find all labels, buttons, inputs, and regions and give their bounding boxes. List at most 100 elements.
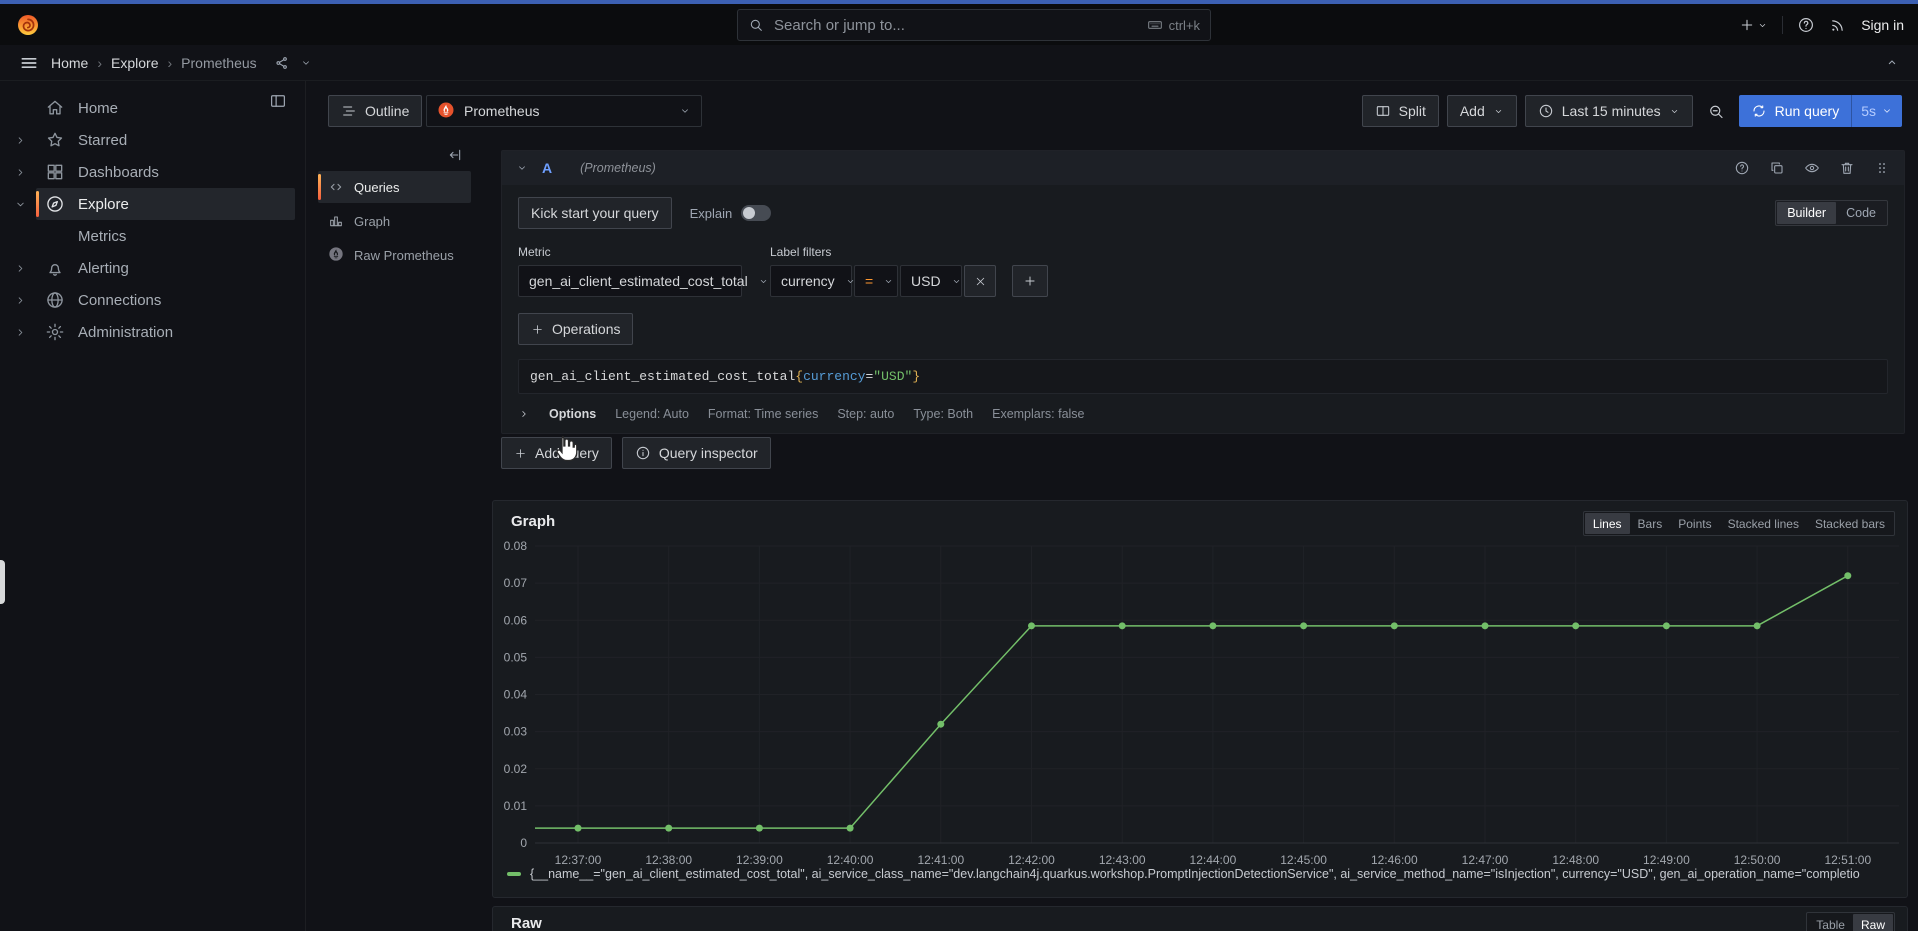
new-button[interactable] — [1739, 17, 1768, 33]
graph-panel: Graph Lines Bars Points Stacked lines St… — [492, 500, 1908, 898]
outline-item-graph[interactable]: Graph — [318, 205, 471, 237]
global-search[interactable]: ctrl+k — [737, 9, 1211, 41]
outline-button[interactable]: Outline — [328, 95, 422, 127]
time-range-picker[interactable]: Last 15 minutes — [1525, 95, 1693, 127]
help-icon[interactable] — [1734, 160, 1750, 176]
arrow-to-left-icon[interactable] — [318, 147, 471, 169]
svg-text:12:50:00: 12:50:00 — [1734, 853, 1781, 867]
query-ref-id[interactable]: A — [542, 160, 552, 176]
add-button[interactable]: Add — [1447, 95, 1517, 127]
add-filter-button[interactable] — [1012, 265, 1048, 297]
drawer-handle[interactable] — [0, 560, 5, 604]
query-row-header[interactable]: A (Prometheus) — [502, 151, 1904, 185]
keyboard-icon — [1147, 17, 1163, 33]
search-input[interactable] — [772, 16, 1139, 35]
sidebar-item-dashboards[interactable]: Dashboards — [0, 156, 305, 188]
news-rss-icon[interactable] — [1829, 16, 1847, 34]
query-inspector-button[interactable]: Query inspector — [622, 437, 771, 469]
tab-code[interactable]: Code — [1836, 202, 1886, 224]
options-exemplars: Exemplars: false — [992, 407, 1084, 421]
add-query-button[interactable]: Add query — [501, 437, 612, 469]
divider — [1782, 16, 1783, 34]
sidebar-item-alerting[interactable]: Alerting — [0, 252, 305, 284]
info-icon — [635, 445, 651, 461]
datasource-name: Prometheus — [464, 103, 539, 119]
metric-select[interactable]: gen_ai_client_estimated_cost_total — [518, 265, 742, 297]
options-summary-row[interactable]: Options Legend: Auto Format: Time series… — [518, 407, 1888, 421]
mode-lines[interactable]: Lines — [1585, 513, 1630, 534]
filter-op-select[interactable]: = — [854, 265, 898, 297]
query-datasource-hint: (Prometheus) — [580, 161, 656, 175]
share-icon[interactable] — [274, 55, 290, 71]
mode-stacked-lines[interactable]: Stacked lines — [1720, 513, 1807, 534]
svg-text:0.07: 0.07 — [504, 576, 528, 590]
mode-stacked-bars[interactable]: Stacked bars — [1807, 513, 1893, 534]
expr-open-brace: { — [795, 369, 803, 384]
run-query-button[interactable]: Run query 5s — [1739, 95, 1902, 127]
mode-points[interactable]: Points — [1670, 513, 1719, 534]
svg-text:12:38:00: 12:38:00 — [645, 853, 692, 867]
outline-item-raw-prometheus[interactable]: Raw Prometheus — [318, 239, 471, 271]
tab-table[interactable]: Table — [1808, 914, 1853, 931]
clock-icon — [1538, 103, 1554, 119]
datasource-picker[interactable]: Prometheus — [426, 95, 702, 127]
menu-icon[interactable] — [16, 47, 42, 79]
plus-icon — [531, 323, 544, 336]
chevron-right-icon[interactable] — [14, 262, 36, 275]
time-series-chart[interactable]: 12:37:0012:38:0012:39:0012:40:0012:41:00… — [497, 537, 1905, 871]
close-icon — [974, 275, 987, 288]
chevron-right-icon[interactable] — [14, 326, 36, 339]
svg-text:12:44:00: 12:44:00 — [1190, 853, 1237, 867]
query-row-actions — [1734, 160, 1890, 176]
graph-title: Graph — [511, 513, 555, 530]
filter-value-select[interactable]: USD — [900, 265, 962, 297]
chevron-down-icon[interactable] — [300, 57, 312, 69]
drag-handle-icon[interactable] — [1874, 160, 1890, 176]
breadcrumb-item-explore[interactable]: Explore — [111, 55, 158, 71]
svg-text:12:41:00: 12:41:00 — [917, 853, 964, 867]
legend-item[interactable]: {__name__="gen_ai_client_estimated_cost_… — [507, 867, 1897, 881]
chevron-down-icon[interactable] — [14, 198, 36, 211]
interval-picker[interactable]: 5s — [1851, 95, 1902, 127]
outline-item-queries[interactable]: Queries — [318, 171, 471, 203]
chevron-right-icon[interactable] — [14, 294, 36, 307]
sidebar-item-connections[interactable]: Connections — [0, 284, 305, 316]
remove-filter-button[interactable] — [964, 265, 996, 297]
explain-toggle[interactable] — [741, 205, 771, 221]
promql-expression[interactable]: gen_ai_client_estimated_cost_total{curre… — [518, 359, 1888, 394]
svg-text:12:40:00: 12:40:00 — [827, 853, 874, 867]
tab-raw[interactable]: Raw — [1853, 914, 1893, 931]
filter-label-select[interactable]: currency — [770, 265, 852, 297]
kick-start-button[interactable]: Kick start your query — [518, 197, 672, 229]
chevron-right-icon[interactable] — [14, 134, 36, 147]
tab-builder[interactable]: Builder — [1777, 202, 1836, 224]
chevron-right-icon — [518, 408, 530, 420]
content-outline: Queries Graph Raw Prometheus — [318, 147, 471, 271]
split-button[interactable]: Split — [1362, 95, 1439, 127]
trash-icon[interactable] — [1839, 160, 1855, 176]
mode-bars[interactable]: Bars — [1630, 513, 1671, 534]
sidebar-item-metrics[interactable]: Metrics — [0, 220, 305, 252]
sidebar-item-explore[interactable]: Explore — [0, 188, 305, 220]
caret-down-icon — [1669, 106, 1680, 117]
metric-label: Metric — [518, 245, 742, 259]
sidebar-item-starred[interactable]: Starred — [0, 124, 305, 156]
sidebar-item-administration[interactable]: Administration — [0, 316, 305, 348]
eye-icon[interactable] — [1804, 160, 1820, 176]
chevron-right-icon[interactable] — [14, 166, 36, 179]
svg-text:0.03: 0.03 — [504, 725, 528, 739]
breadcrumb-item-home[interactable]: Home — [51, 55, 88, 71]
caret-down-icon — [1493, 106, 1504, 117]
zoom-out-icon[interactable] — [1701, 95, 1731, 127]
copy-icon[interactable] — [1769, 160, 1785, 176]
operations-button[interactable]: Operations — [518, 313, 633, 345]
breadcrumb-item-current: Prometheus — [181, 55, 256, 71]
chevron-up-icon[interactable] — [1884, 54, 1900, 70]
split-icon — [1375, 103, 1391, 119]
svg-text:0.05: 0.05 — [504, 650, 528, 664]
svg-text:0.01: 0.01 — [504, 799, 528, 813]
help-icon[interactable] — [1797, 16, 1815, 34]
sidebar-item-home[interactable]: Home — [0, 92, 305, 124]
sign-in-link[interactable]: Sign in — [1861, 17, 1904, 33]
grafana-logo[interactable] — [16, 13, 40, 37]
